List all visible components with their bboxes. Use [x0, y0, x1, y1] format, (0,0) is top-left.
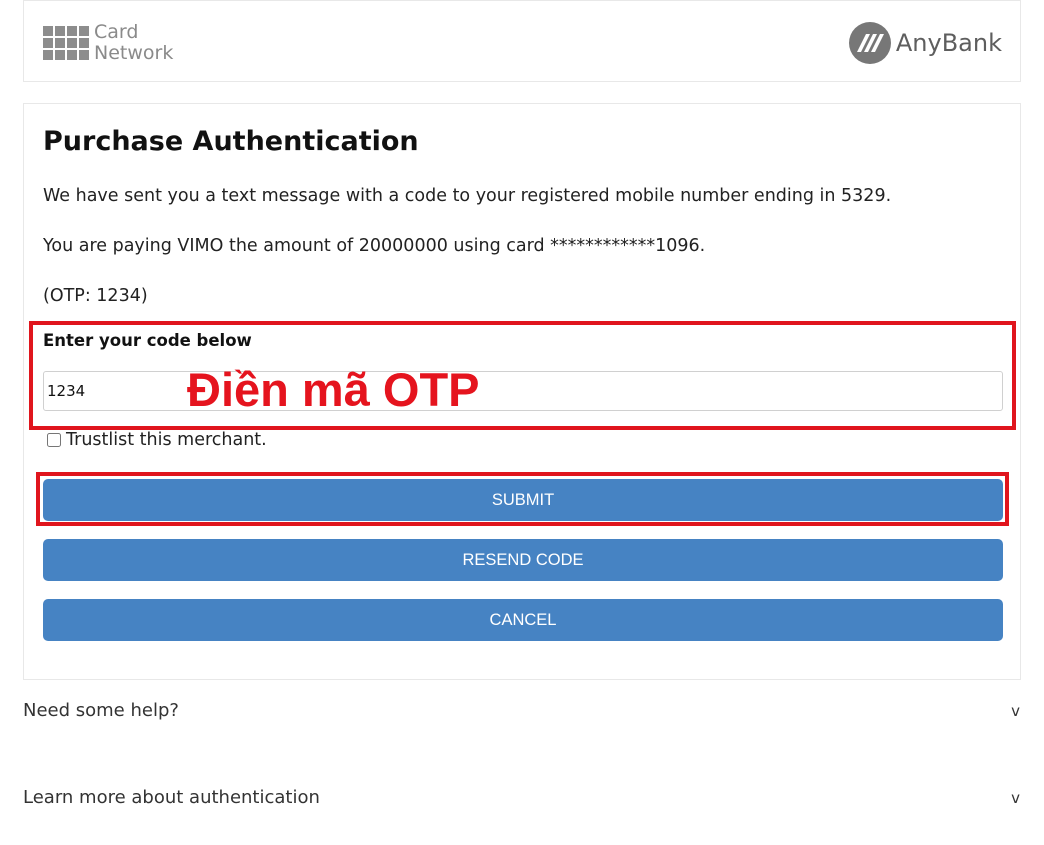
otp-annotation-label: Điền mã OTP — [187, 363, 480, 416]
chevron-down-icon: v — [1011, 788, 1020, 807]
need-help-accordion[interactable]: Need some help? v — [23, 700, 1021, 721]
anybank-logo: AnyBank — [848, 22, 1002, 64]
anybank-name: AnyBank — [895, 29, 1002, 57]
learn-more-accordion[interactable]: Learn more about authentication v — [23, 787, 1021, 808]
chevron-down-icon: v — [1011, 701, 1020, 720]
message-sent-text: We have sent you a text message with a c… — [43, 186, 892, 206]
code-field-label: Enter your code below — [43, 331, 252, 350]
trustlist-label: Trustlist this merchant. — [66, 430, 267, 450]
cancel-button[interactable]: CANCEL — [43, 599, 1003, 641]
need-help-label: Need some help? — [23, 700, 179, 721]
otp-hint-text: (OTP: 1234) — [43, 286, 148, 306]
authentication-card: Purchase Authentication We have sent you… — [23, 103, 1021, 680]
resend-code-button[interactable]: RESEND CODE — [43, 539, 1003, 581]
header-bar: Card Network AnyBank — [23, 0, 1021, 82]
payment-info-text: You are paying VIMO the amount of 200000… — [43, 236, 706, 256]
page-title: Purchase Authentication — [43, 126, 419, 157]
card-network-logo-text: Card Network — [94, 21, 174, 64]
anybank-stripes-icon — [848, 22, 891, 64]
learn-more-label: Learn more about authentication — [23, 787, 320, 808]
card-network-logo: Card Network — [43, 22, 173, 64]
trustlist-checkbox[interactable] — [47, 433, 61, 447]
trustlist-option[interactable]: Trustlist this merchant. — [47, 430, 267, 450]
card-network-grid-icon — [43, 26, 89, 60]
submit-button[interactable]: SUBMIT — [43, 479, 1003, 521]
